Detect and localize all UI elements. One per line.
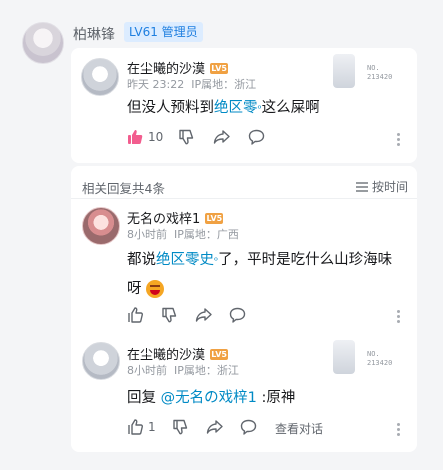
reply-author-name[interactable]: 无名の戏梓1 (127, 212, 200, 227)
like-count: 10 (148, 130, 164, 144)
dislike-button[interactable] (178, 129, 194, 145)
fan-card-decoration[interactable]: NO. 213420 (333, 340, 393, 376)
reply-meta: 8小时前 IP属地：广西 (127, 226, 239, 242)
fan-card-number: NO. 213420 (367, 64, 393, 81)
like-button[interactable]: 10 (127, 129, 163, 145)
reply-content: 回复 @无名の戏梓1 :原神 (127, 390, 296, 406)
replies-card: 相关回复共4条 按时间 无名の戏梓1 LV5 8小时前 IP属地：广西 都说绝区… (71, 166, 417, 452)
mention-link[interactable]: @无名の戏梓1 (161, 390, 257, 406)
thumbs-up-icon (128, 419, 143, 435)
comment-author-name[interactable]: 在尘曦的沙漠 (127, 62, 205, 77)
fan-card-image (333, 54, 355, 88)
comment-bubble-icon (248, 129, 265, 145)
reply-time: 8小时前 (127, 364, 167, 377)
sort-icon (356, 181, 368, 192)
reply-author-row: 在尘曦的沙漠 LV5 (127, 344, 229, 363)
fan-card-decoration[interactable]: NO. 213420 (333, 54, 393, 90)
reply-button[interactable] (248, 129, 265, 145)
avatar[interactable] (82, 342, 120, 380)
share-icon (195, 308, 212, 322)
admin-badge: LV61 管理员 (124, 22, 203, 42)
thumbs-down-icon (162, 307, 177, 323)
share-button[interactable] (195, 307, 212, 323)
level-badge: LV5 (210, 349, 229, 360)
reply-meta: 8小时前 IP属地：浙江 (127, 362, 239, 378)
like-count: 1 (148, 420, 156, 434)
like-button[interactable]: 1 (127, 419, 156, 435)
comment-author-row: 在尘曦的沙漠 LV5 (127, 58, 229, 77)
angry-emoji-icon (146, 280, 165, 298)
thumbs-down-icon (179, 129, 194, 145)
reply-button[interactable] (240, 419, 257, 435)
main-comment-card: 在尘曦的沙漠 LV5 昨天 23:22 IP属地：浙江 NO. 213420 但… (71, 48, 417, 163)
reply-author-name[interactable]: 在尘曦的沙漠 (127, 348, 205, 363)
comment-meta: 昨天 23:22 IP属地：浙江 (127, 76, 256, 92)
dislike-button[interactable] (161, 307, 177, 323)
level-badge: LV5 (210, 63, 229, 74)
level-badge: LV5 (205, 213, 224, 224)
thumbs-up-filled-icon (128, 130, 143, 144)
fan-card-number: NO. 213420 (367, 350, 393, 367)
sort-label: 按时间 (372, 180, 409, 194)
more-options-icon[interactable] (397, 308, 401, 325)
fan-card-image (333, 340, 355, 374)
comment-bubble-icon (240, 419, 257, 435)
avatar[interactable] (82, 207, 120, 245)
share-button[interactable] (206, 419, 223, 435)
ip-location: IP属地：浙江 (191, 78, 257, 91)
search-link[interactable]: 绝区零史 (156, 252, 214, 268)
share-button[interactable] (213, 129, 230, 145)
search-link[interactable]: 绝区零 (214, 100, 258, 116)
more-options-icon[interactable] (397, 421, 401, 438)
comment-content: 但没人预料到绝区零ᵒ这么屎啊 (127, 100, 320, 116)
avatar[interactable] (22, 22, 64, 64)
comment-bubble-icon (229, 307, 246, 323)
replies-count: 相关回复共4条 (82, 181, 165, 196)
thumbs-up-icon (128, 307, 143, 323)
divider (71, 198, 417, 199)
reply-button[interactable] (229, 307, 246, 323)
user-name[interactable]: 柏琳锋 (73, 24, 115, 44)
reply-time: 8小时前 (127, 228, 167, 241)
view-dialog-link[interactable]: 查看对话 (275, 420, 323, 437)
comment-time: 昨天 23:22 (127, 78, 185, 91)
dislike-button[interactable] (172, 419, 188, 435)
avatar[interactable] (81, 58, 119, 96)
like-button[interactable] (127, 307, 143, 323)
more-options-icon[interactable] (397, 131, 401, 148)
thumbs-down-icon (173, 419, 188, 435)
reply-author-row: 无名の戏梓1 LV5 (127, 208, 224, 227)
share-icon (213, 130, 230, 144)
sort-button[interactable]: 按时间 (356, 178, 408, 195)
ip-location: IP属地：浙江 (174, 364, 239, 377)
reply-content: 都说绝区零史ᵒ了，平时是吃什么山珍海味 呀 (127, 252, 393, 298)
share-icon (206, 420, 223, 434)
ip-location: IP属地：广西 (174, 228, 239, 241)
